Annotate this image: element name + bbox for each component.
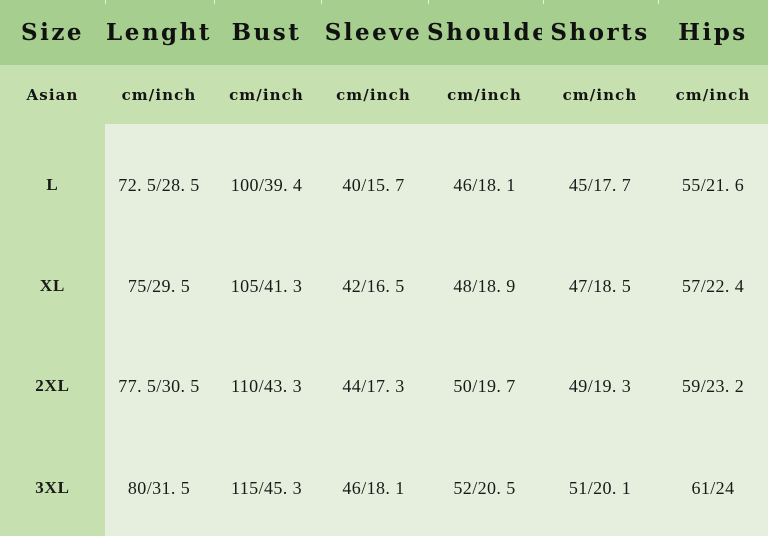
table-units-row: Asian cm/inch cm/inch cm/inch cm/inch cm… (0, 65, 768, 124)
cell-lenght: 77. 5/30. 5 (118, 375, 200, 396)
cell-shoulder: 46/18. 1 (453, 174, 516, 195)
units-sleeve: cm/inch (336, 85, 411, 104)
column-header-lenght: Lenght (106, 19, 212, 46)
units-shoulder: cm/inch (447, 85, 522, 104)
column-header-bust: Bust (231, 19, 302, 46)
cell-size: L (46, 175, 59, 194)
cell-shorts: 49/19. 3 (568, 375, 632, 396)
cell-size: XL (39, 276, 66, 295)
cell-shoulder: 52/20. 5 (453, 477, 516, 498)
cell-size: 3XL (35, 478, 70, 497)
cell-bust: 100/39. 4 (230, 174, 303, 195)
cell-lenght: 75/29. 5 (127, 275, 191, 296)
cell-bust: 115/45. 3 (231, 477, 302, 498)
cell-hips: 61/24 (691, 477, 735, 498)
cell-sleeve: 44/17. 3 (342, 375, 405, 396)
cell-lenght: 72. 5/28. 5 (118, 174, 200, 195)
column-header-shorts: Shorts (550, 19, 650, 46)
cell-bust: 110/43. 3 (231, 375, 302, 396)
units-region: Asian (26, 85, 79, 104)
cell-hips: 57/22. 4 (681, 275, 745, 296)
column-header-sleeve: Sleeve (324, 19, 423, 46)
cell-shoulder: 48/18. 9 (453, 275, 516, 296)
cell-shorts: 47/18. 5 (568, 275, 632, 296)
cell-sleeve: 42/16. 5 (342, 275, 405, 296)
cell-sleeve: 40/15. 7 (342, 174, 405, 195)
table-row: 3XL 80/31. 5 115/45. 3 46/18. 1 52/20. 5… (0, 466, 768, 510)
cell-hips: 55/21. 6 (681, 174, 745, 195)
table-row: XL 75/29. 5 105/41. 3 42/16. 5 48/18. 9 … (0, 264, 768, 308)
cell-shorts: 45/17. 7 (568, 174, 632, 195)
column-header-size: Size (20, 19, 85, 46)
units-bust: cm/inch (229, 85, 304, 104)
table-row: L 72. 5/28. 5 100/39. 4 40/15. 7 46/18. … (0, 163, 768, 207)
cell-sleeve: 46/18. 1 (342, 477, 405, 498)
units-lenght: cm/inch (121, 85, 197, 104)
cell-bust: 105/41. 3 (230, 275, 303, 296)
table-header-row: Size Lenght Bust Sleeve Shoulder Shorts … (0, 0, 768, 65)
cell-hips: 59/23. 2 (681, 375, 745, 396)
cell-shoulder: 50/19. 7 (453, 375, 516, 396)
column-header-hips: Hips (678, 19, 748, 46)
cell-shorts: 51/20. 1 (568, 477, 632, 498)
column-header-shoulder: Shoulder (427, 19, 542, 46)
table-row: 2XL 77. 5/30. 5 110/43. 3 44/17. 3 50/19… (0, 364, 768, 408)
units-shorts: cm/inch (562, 85, 638, 104)
size-chart-table: Size Lenght Bust Sleeve Shoulder Shorts … (0, 0, 768, 536)
units-hips: cm/inch (675, 85, 751, 104)
cell-size: 2XL (35, 376, 70, 395)
cell-lenght: 80/31. 5 (127, 477, 191, 498)
